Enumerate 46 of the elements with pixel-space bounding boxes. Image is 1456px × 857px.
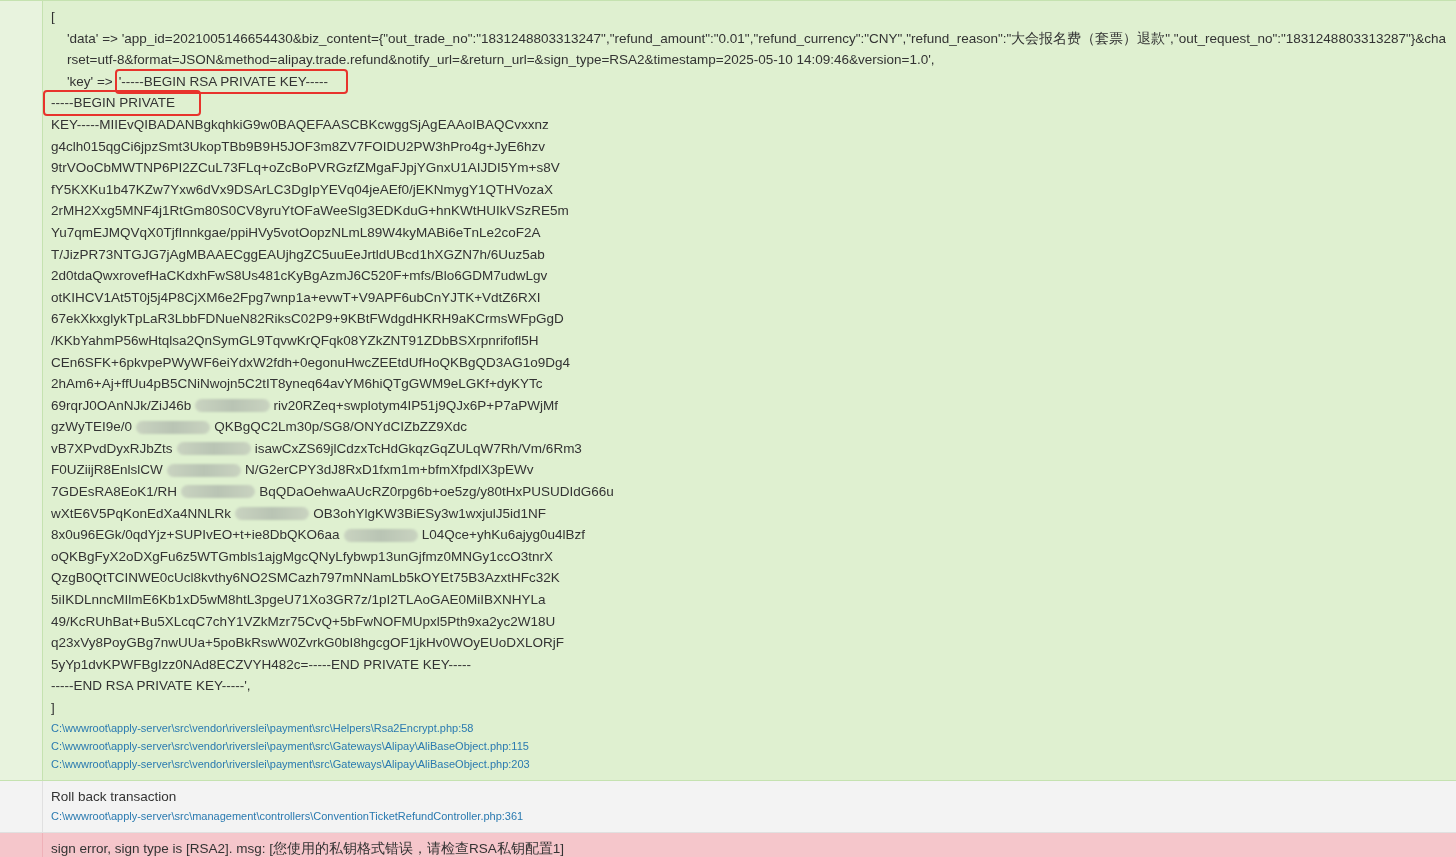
log-text: 'data' => 'app_id=2021005146654430&biz_content={"out_trade_no":"1831248803313247","refund_amount":"0.01","refund_currency":"CNY","refund_reason":"大会报名费（套票）退款","out_request_no":"1831248803313287"}&charset=utf-8&format=JSON&method=alipay.trade.refund&notify_url=&return_url=&sign_type=RSA2&timestamp=2025-05-10 14:09:46&version=1.0', bbox=[67, 29, 1448, 70]
log-text: wXtE6V5PqKonEdXa4NNLRk bbox=[51, 504, 232, 523]
log-text: 69rqrJ0OAnNJk/ZiJ46b bbox=[51, 396, 192, 415]
log-text: 2rMH2Xxg5MNF4j1RtGm80S0CV8yruYtOFaWeeSlg3EDKduG+hnKWtHUIkVSzRE5m bbox=[51, 202, 569, 221]
log-text: Yu7qmEJMQVqX0TjfInnkgae/ppiHVy5votOopzNLmL89W4kyMABi6eTnLe2coF2A bbox=[51, 223, 541, 242]
log-text: 9trVOoCbMWTNP6PI2ZCuL73FLq+oZcBoPVRGzfZMgaFJpjYGnxU1AIJDI5Ym+s8V bbox=[51, 159, 560, 178]
log-text: 2d0tdaQwxrovefHaCKdxhFwS8Us481cKyBgAzmJ6C520F+mfs/Blo6GDM7udwLgv bbox=[51, 267, 548, 286]
log-text: KEY-----MIIEvQIBADANBgkqhkiG9w0BAQEFAASCBKcwggSjAgEAAoIBAQCvxxnz bbox=[51, 115, 549, 134]
file-link[interactable]: C:\wwwroot\apply-server\src\management\controllers\ConventionTicketRefundController.php:361 bbox=[51, 807, 1448, 826]
log-text: [ bbox=[51, 8, 55, 26]
log-text: CEn6SFK+6pkvpePWyWF6eiYdxW2fdh+0egonuHwcZEEtdUfHoQKBgQD3AG1o9Dg4 bbox=[51, 353, 571, 372]
log-text: fY5KXKu1b47KZw7Yxw6dVx9DSArLC3DgIpYEVq04jeAEf0/jEKNmygY1QTHVozaX bbox=[51, 180, 553, 199]
log-text: oQKBgFyX2oDXgFu6z5WTGmbls1ajgMgcQNyLfybwp13unGjfmz0MNGy1ccO3tnrX bbox=[51, 547, 553, 566]
log-text: N/G2erCPY3dJ8RxD1fxm1m+bfmXfpdlX3pEWv bbox=[245, 461, 534, 480]
log-text: sign error, sign type is [RSA2]. msg: [您使用的私钥格式错误，请检查RSA私钥配置1] bbox=[51, 840, 565, 857]
log-text: QzgB0QtTCINWE0cUcl8kvthy6NO2SMCazh797mNNamLb5kOYEt75B3AzxtHFc32K bbox=[51, 569, 560, 588]
log-text: vB7XPvdDyxRJbZts bbox=[51, 439, 173, 458]
log-text: isawCxZS69jlCdzxTcHdGkqzGqZULqW7Rh/Vm/6Rm3 bbox=[254, 439, 582, 458]
log-text: 8x0u96EGk/0qdYjz+SUPIvEO+t+ie8DbQKO6aa bbox=[51, 526, 340, 545]
log-text: riv20RZeq+swplotym4IP51j9QJx6P+P7aPWjMf bbox=[273, 396, 558, 415]
file-link[interactable]: C:\wwwroot\apply-server\src\vendor\riverslei\payment\src\Gateways\Alipay\AliBaseObject.php:203 bbox=[51, 754, 1448, 773]
log-text: /KKbYahmP56wHtqlsa2QnSymGL9TqvwKrQFqk08YZkZNT91ZDbBSXrpnrifofl5H bbox=[51, 331, 539, 350]
log-text: ] bbox=[51, 699, 55, 717]
highlighted-text: '-----BEGIN RSA PRIVATE KEY----- bbox=[116, 70, 347, 93]
log-text: QKBgQC2Lm30p/SG8/ONYdCIZbZZ9Xdc bbox=[214, 418, 468, 437]
log-text: -----END RSA PRIVATE KEY-----', bbox=[51, 677, 251, 696]
log-text: 5iIKDLnncMIlmE6Kb1xD5wM8htL3pgeU71Xo3GR7z/1pI2TLAoGAE0MiIBXNHYLa bbox=[51, 591, 546, 610]
highlighted-text: -----BEGIN PRIVATE bbox=[45, 92, 199, 114]
log-text: OB3ohYlgKW3BiESy3w1wxjulJ5id1NF bbox=[313, 504, 546, 523]
log-text: Roll back transaction bbox=[51, 787, 177, 806]
log-text: otKIHCV1At5T0j5j4P8CjXM6e2Fpg7wnp1a+evwT+V9APF6ubCnYJTK+VdtZ6RXI bbox=[51, 288, 541, 307]
file-link[interactable]: C:\wwwroot\apply-server\src\vendor\riverslei\payment\src\Helpers\Rsa2Encrypt.php:58 bbox=[51, 718, 1448, 737]
log-text: BqQDaOehwaAUcRZ0rpg6b+oe5zg/y80tHxPUSUDIdG66u bbox=[259, 483, 614, 502]
log-text: g4clh015qgCi6jpzSmt3UkopTBb9B9H5JOF3m8ZV7FOIDU2PW3hPro4g+JyE6hzv bbox=[51, 137, 546, 156]
log-text: 49/KcRUhBat+Bu5XLcqC7chY1VZkMzr75CvQ+5bFwNOFMUpxl5Pth9xa2yc2W18U bbox=[51, 612, 556, 631]
log-text: 2hAm6+Aj+ffUu4pB5CNiNwojn5C2tIT8yneq64avYM6hiQTgGWM9eLGKf+dyKYTc bbox=[51, 375, 543, 394]
log-text: L04Qce+yhKu6ajyg0u4lBzf bbox=[421, 526, 586, 545]
log-text: F0UZiijR8EnlslCW bbox=[51, 461, 163, 480]
log-text: 7GDEsRA8EoK1/RH bbox=[51, 483, 178, 502]
log-text: 5yYp1dvKPWFBgIzz0NAd8ECZVYH482c=-----END PRIVATE KEY----- bbox=[51, 655, 471, 674]
log-text: 67ekXkxglykTpLaR3LbbFDNueN82RiksC02P9+9KBtFWdgdHKRH9aKCrmsWFpGgD bbox=[51, 310, 564, 329]
log-text: q23xVy8PoyGBg7nwUUa+5poBkRswW0ZvrkG0bI8hgcgOF1jkHv0WOyEUoDXLORjF bbox=[51, 634, 565, 653]
log-text: 'key' => bbox=[67, 72, 113, 91]
file-link[interactable]: C:\wwwroot\apply-server\src\vendor\riverslei\payment\src\Gateways\Alipay\AliBaseObject.php:115 bbox=[51, 736, 1448, 755]
log-text: gzWyTEI9e/0 bbox=[51, 418, 132, 437]
log-text: T/JizPR73NTGJG7jAgMBAAECggEAUjhgZC5uuEeJrtldUBcd1hXGZN7h/6Uuz5ab bbox=[51, 245, 545, 264]
